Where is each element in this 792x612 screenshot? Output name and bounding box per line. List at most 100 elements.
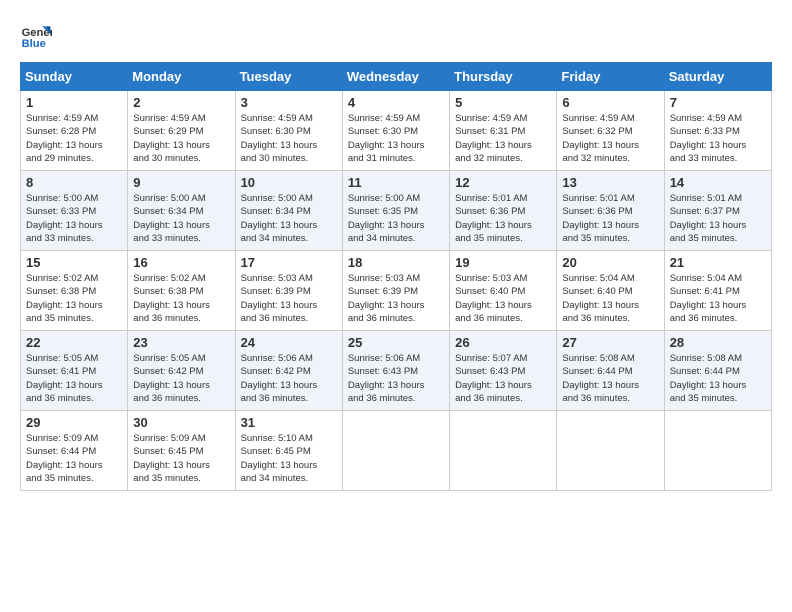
calendar-day-cell: 31 Sunrise: 5:10 AM Sunset: 6:45 PM Dayl… [235, 411, 342, 491]
day-number: 31 [241, 415, 337, 430]
day-info: Sunrise: 5:00 AM Sunset: 6:34 PM Dayligh… [241, 192, 337, 245]
day-info: Sunrise: 4:59 AM Sunset: 6:32 PM Dayligh… [562, 112, 658, 165]
calendar-day-cell: 13 Sunrise: 5:01 AM Sunset: 6:36 PM Dayl… [557, 171, 664, 251]
day-info: Sunrise: 5:08 AM Sunset: 6:44 PM Dayligh… [562, 352, 658, 405]
day-info: Sunrise: 5:02 AM Sunset: 6:38 PM Dayligh… [133, 272, 229, 325]
day-number: 20 [562, 255, 658, 270]
day-info: Sunrise: 5:00 AM Sunset: 6:33 PM Dayligh… [26, 192, 122, 245]
day-number: 14 [670, 175, 766, 190]
day-info: Sunrise: 5:09 AM Sunset: 6:45 PM Dayligh… [133, 432, 229, 485]
calendar-day-cell: 19 Sunrise: 5:03 AM Sunset: 6:40 PM Dayl… [450, 251, 557, 331]
day-number: 5 [455, 95, 551, 110]
day-info: Sunrise: 4:59 AM Sunset: 6:29 PM Dayligh… [133, 112, 229, 165]
day-number: 26 [455, 335, 551, 350]
day-info: Sunrise: 5:06 AM Sunset: 6:42 PM Dayligh… [241, 352, 337, 405]
day-number: 23 [133, 335, 229, 350]
calendar-day-cell: 7 Sunrise: 4:59 AM Sunset: 6:33 PM Dayli… [664, 91, 771, 171]
day-number: 18 [348, 255, 444, 270]
calendar-day-cell: 12 Sunrise: 5:01 AM Sunset: 6:36 PM Dayl… [450, 171, 557, 251]
day-info: Sunrise: 5:03 AM Sunset: 6:39 PM Dayligh… [241, 272, 337, 325]
day-number: 12 [455, 175, 551, 190]
day-number: 3 [241, 95, 337, 110]
day-number: 4 [348, 95, 444, 110]
day-number: 17 [241, 255, 337, 270]
day-number: 11 [348, 175, 444, 190]
calendar-day-cell: 1 Sunrise: 4:59 AM Sunset: 6:28 PM Dayli… [21, 91, 128, 171]
day-info: Sunrise: 5:00 AM Sunset: 6:35 PM Dayligh… [348, 192, 444, 245]
day-info: Sunrise: 5:04 AM Sunset: 6:40 PM Dayligh… [562, 272, 658, 325]
empty-cell [557, 411, 664, 491]
day-number: 24 [241, 335, 337, 350]
day-header-friday: Friday [557, 63, 664, 91]
calendar-week-row: 22 Sunrise: 5:05 AM Sunset: 6:41 PM Dayl… [21, 331, 772, 411]
day-info: Sunrise: 4:59 AM Sunset: 6:30 PM Dayligh… [348, 112, 444, 165]
day-number: 10 [241, 175, 337, 190]
day-info: Sunrise: 5:10 AM Sunset: 6:45 PM Dayligh… [241, 432, 337, 485]
calendar-day-cell: 8 Sunrise: 5:00 AM Sunset: 6:33 PM Dayli… [21, 171, 128, 251]
calendar-header-row: SundayMondayTuesdayWednesdayThursdayFrid… [21, 63, 772, 91]
day-number: 15 [26, 255, 122, 270]
day-info: Sunrise: 4:59 AM Sunset: 6:28 PM Dayligh… [26, 112, 122, 165]
day-info: Sunrise: 5:05 AM Sunset: 6:42 PM Dayligh… [133, 352, 229, 405]
calendar-day-cell: 9 Sunrise: 5:00 AM Sunset: 6:34 PM Dayli… [128, 171, 235, 251]
day-header-wednesday: Wednesday [342, 63, 449, 91]
day-header-sunday: Sunday [21, 63, 128, 91]
calendar-week-row: 1 Sunrise: 4:59 AM Sunset: 6:28 PM Dayli… [21, 91, 772, 171]
day-info: Sunrise: 5:03 AM Sunset: 6:39 PM Dayligh… [348, 272, 444, 325]
day-number: 29 [26, 415, 122, 430]
calendar-day-cell: 29 Sunrise: 5:09 AM Sunset: 6:44 PM Dayl… [21, 411, 128, 491]
day-number: 19 [455, 255, 551, 270]
empty-cell [342, 411, 449, 491]
day-number: 16 [133, 255, 229, 270]
calendar-day-cell: 10 Sunrise: 5:00 AM Sunset: 6:34 PM Dayl… [235, 171, 342, 251]
calendar-day-cell: 16 Sunrise: 5:02 AM Sunset: 6:38 PM Dayl… [128, 251, 235, 331]
day-number: 2 [133, 95, 229, 110]
calendar-day-cell: 15 Sunrise: 5:02 AM Sunset: 6:38 PM Dayl… [21, 251, 128, 331]
day-info: Sunrise: 4:59 AM Sunset: 6:33 PM Dayligh… [670, 112, 766, 165]
day-number: 21 [670, 255, 766, 270]
calendar-day-cell: 20 Sunrise: 5:04 AM Sunset: 6:40 PM Dayl… [557, 251, 664, 331]
calendar: SundayMondayTuesdayWednesdayThursdayFrid… [20, 62, 772, 491]
day-number: 27 [562, 335, 658, 350]
empty-cell [450, 411, 557, 491]
calendar-week-row: 8 Sunrise: 5:00 AM Sunset: 6:33 PM Dayli… [21, 171, 772, 251]
calendar-day-cell: 27 Sunrise: 5:08 AM Sunset: 6:44 PM Dayl… [557, 331, 664, 411]
calendar-day-cell: 21 Sunrise: 5:04 AM Sunset: 6:41 PM Dayl… [664, 251, 771, 331]
day-info: Sunrise: 5:06 AM Sunset: 6:43 PM Dayligh… [348, 352, 444, 405]
calendar-day-cell: 26 Sunrise: 5:07 AM Sunset: 6:43 PM Dayl… [450, 331, 557, 411]
empty-cell [664, 411, 771, 491]
day-info: Sunrise: 4:59 AM Sunset: 6:30 PM Dayligh… [241, 112, 337, 165]
logo-icon: General Blue [20, 20, 52, 52]
day-number: 9 [133, 175, 229, 190]
day-info: Sunrise: 5:00 AM Sunset: 6:34 PM Dayligh… [133, 192, 229, 245]
calendar-day-cell: 24 Sunrise: 5:06 AM Sunset: 6:42 PM Dayl… [235, 331, 342, 411]
calendar-day-cell: 2 Sunrise: 4:59 AM Sunset: 6:29 PM Dayli… [128, 91, 235, 171]
calendar-day-cell: 3 Sunrise: 4:59 AM Sunset: 6:30 PM Dayli… [235, 91, 342, 171]
calendar-day-cell: 17 Sunrise: 5:03 AM Sunset: 6:39 PM Dayl… [235, 251, 342, 331]
calendar-day-cell: 4 Sunrise: 4:59 AM Sunset: 6:30 PM Dayli… [342, 91, 449, 171]
calendar-week-row: 29 Sunrise: 5:09 AM Sunset: 6:44 PM Dayl… [21, 411, 772, 491]
day-number: 6 [562, 95, 658, 110]
day-header-monday: Monday [128, 63, 235, 91]
day-number: 25 [348, 335, 444, 350]
calendar-day-cell: 22 Sunrise: 5:05 AM Sunset: 6:41 PM Dayl… [21, 331, 128, 411]
logo: General Blue [20, 20, 52, 52]
calendar-day-cell: 28 Sunrise: 5:08 AM Sunset: 6:44 PM Dayl… [664, 331, 771, 411]
day-info: Sunrise: 5:04 AM Sunset: 6:41 PM Dayligh… [670, 272, 766, 325]
calendar-day-cell: 5 Sunrise: 4:59 AM Sunset: 6:31 PM Dayli… [450, 91, 557, 171]
day-info: Sunrise: 4:59 AM Sunset: 6:31 PM Dayligh… [455, 112, 551, 165]
day-info: Sunrise: 5:03 AM Sunset: 6:40 PM Dayligh… [455, 272, 551, 325]
day-number: 30 [133, 415, 229, 430]
calendar-day-cell: 14 Sunrise: 5:01 AM Sunset: 6:37 PM Dayl… [664, 171, 771, 251]
calendar-day-cell: 18 Sunrise: 5:03 AM Sunset: 6:39 PM Dayl… [342, 251, 449, 331]
day-info: Sunrise: 5:09 AM Sunset: 6:44 PM Dayligh… [26, 432, 122, 485]
day-header-saturday: Saturday [664, 63, 771, 91]
calendar-week-row: 15 Sunrise: 5:02 AM Sunset: 6:38 PM Dayl… [21, 251, 772, 331]
day-info: Sunrise: 5:05 AM Sunset: 6:41 PM Dayligh… [26, 352, 122, 405]
day-info: Sunrise: 5:07 AM Sunset: 6:43 PM Dayligh… [455, 352, 551, 405]
day-info: Sunrise: 5:01 AM Sunset: 6:36 PM Dayligh… [455, 192, 551, 245]
day-info: Sunrise: 5:08 AM Sunset: 6:44 PM Dayligh… [670, 352, 766, 405]
day-number: 1 [26, 95, 122, 110]
calendar-day-cell: 11 Sunrise: 5:00 AM Sunset: 6:35 PM Dayl… [342, 171, 449, 251]
day-number: 28 [670, 335, 766, 350]
